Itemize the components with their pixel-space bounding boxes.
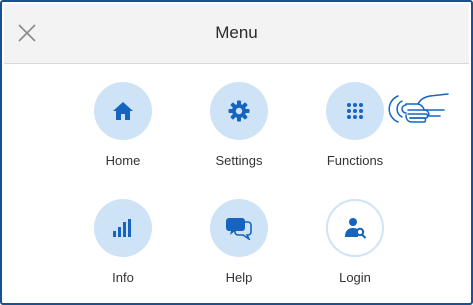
menu-item-help[interactable]: Help (179, 199, 299, 285)
bar-chart-icon-circle (94, 199, 152, 257)
gear-icon-circle (210, 82, 268, 140)
menu-item-label: Home (105, 153, 141, 168)
menu-item-label: Help (225, 270, 253, 285)
menu-item-info[interactable]: Info (63, 199, 183, 285)
grid-icon (347, 103, 363, 119)
menu-item-home[interactable]: Home (63, 82, 183, 168)
pointing-hand-icon (388, 93, 449, 123)
chat-bubbles-icon (226, 218, 252, 240)
menu-header: Menu (4, 4, 469, 64)
menu-title: Menu (215, 23, 258, 42)
menu-item-label: Info (112, 270, 134, 285)
gear-icon (228, 100, 250, 122)
chat-bubbles-icon-circle (210, 199, 268, 257)
menu-item-settings[interactable]: Settings (179, 82, 299, 168)
menu-item-label: Login (339, 270, 371, 285)
menu-item-login[interactable]: Login (295, 199, 415, 285)
user-key-icon (345, 218, 367, 239)
menu-item-label: Settings (215, 153, 263, 168)
menu-item-label: Functions (326, 153, 384, 168)
home-icon-circle (94, 82, 152, 140)
home-icon (113, 102, 133, 120)
grid-icon-circle (326, 82, 384, 140)
bar-chart-icon (113, 219, 131, 237)
user-key-icon-circle (326, 199, 384, 257)
